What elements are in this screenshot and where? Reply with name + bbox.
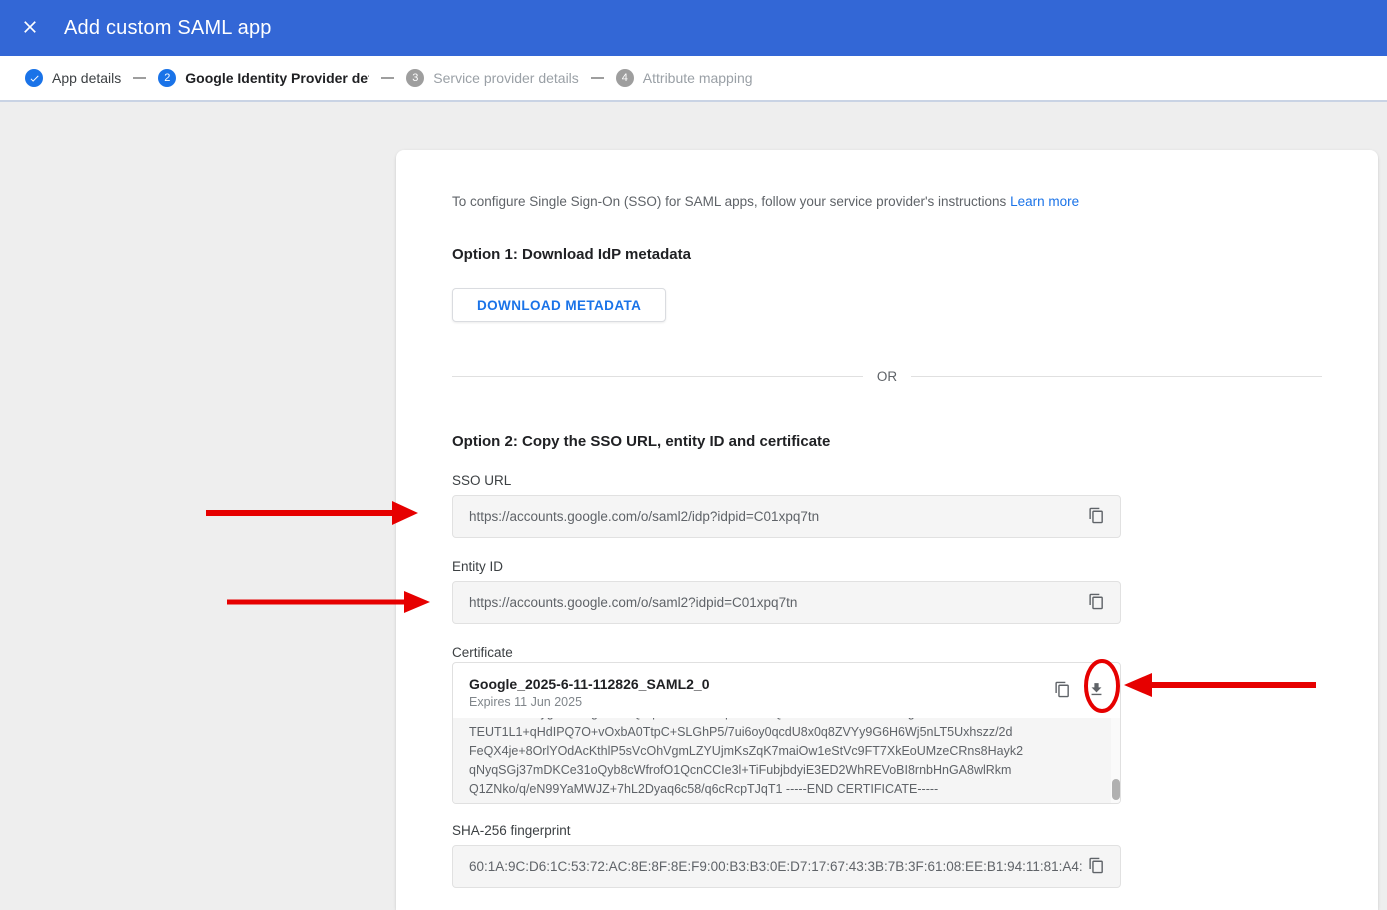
copy-sha256-button[interactable] [1082,853,1110,881]
sha256-field: 60:1A:9C:D6:1C:53:72:AC:8E:8F:8E:F9:00:B… [452,845,1121,888]
step-label: Google Identity Provider details [185,70,369,86]
learn-more-link[interactable]: Learn more [1010,194,1079,209]
intro-text-body: To configure Single Sign-On (SSO) for SA… [452,194,1010,209]
download-certificate-button[interactable] [1082,677,1110,705]
copy-entity-id-button[interactable] [1082,589,1110,617]
wizard-stepper: App details 2 Google Identity Provider d… [0,56,1387,102]
page-title: Add custom SAML app [64,17,272,40]
certificate-scrollbar-thumb[interactable] [1112,779,1120,800]
entity-id-field: https://accounts.google.com/o/saml2?idpi… [452,581,1121,624]
entity-id-label: Entity ID [452,559,503,574]
intro-text: To configure Single Sign-On (SSO) for SA… [452,194,1152,209]
step-connector [591,77,604,79]
certificate-label: Certificate [452,645,513,660]
download-metadata-button[interactable]: DOWNLOAD METADATA [452,288,666,322]
or-divider: OR [452,368,1322,384]
or-label: OR [863,369,911,384]
step-number: 2 [158,69,176,87]
step-number: 4 [616,69,634,87]
sso-url-field: https://accounts.google.com/o/saml2/idp?… [452,495,1121,538]
certificate-line: qNyqSGj37mDKCe31oQyb8cWfrofO1QcnCCIe3l+T… [469,761,1096,780]
certificate-text-area[interactable]: MIIDdDCCAlygAwIBAgIGAXtQ9qcdMA0GCSqGSIb3… [453,718,1120,803]
certificate-header: Google_2025-6-11-112826_SAML2_0 Expires … [453,663,1120,718]
certificate-name: Google_2025-6-11-112826_SAML2_0 [469,676,1048,692]
sso-url-label: SSO URL [452,473,511,488]
copy-icon [1088,857,1105,877]
sha256-value: 60:1A:9C:D6:1C:53:72:AC:8E:8F:8E:F9:00:B… [469,859,1082,874]
certificate-line: Q1ZNko/q/eN99YaMWJZ+7hL2Dyaq6c58/q6cRcpT… [469,780,1096,799]
certificate-line: TEUT1L1+qHdIPQ7O+vOxbA0TtpC+SLGhP5/7ui6o… [469,723,1096,742]
divider-line [452,376,863,377]
download-icon [1088,681,1105,701]
copy-sso-url-button[interactable] [1082,503,1110,531]
copy-icon [1088,593,1105,613]
step-connector [133,77,146,79]
close-button[interactable] [18,16,42,40]
certificate-scrollbar-track [1111,718,1120,803]
entity-id-value: https://accounts.google.com/o/saml2?idpi… [469,595,1082,610]
step-label: Attribute mapping [643,70,753,86]
copy-certificate-button[interactable] [1048,677,1076,705]
step-attribute-mapping[interactable]: 4 Attribute mapping [616,69,753,87]
main-card: To configure Single Sign-On (SSO) for SA… [396,150,1378,910]
step-connector [381,77,394,79]
option1-heading: Option 1: Download IdP metadata [452,246,691,263]
copy-icon [1054,681,1071,701]
step-service-provider-details[interactable]: 3 Service provider details [406,69,579,87]
certificate-card: Google_2025-6-11-112826_SAML2_0 Expires … [452,662,1121,804]
step-google-idp-details[interactable]: 2 Google Identity Provider details [158,69,369,87]
divider-line [911,376,1322,377]
copy-icon [1088,507,1105,527]
certificate-expiry: Expires 11 Jun 2025 [469,695,1048,709]
sha256-label: SHA-256 fingerprint [452,823,571,838]
step-label: Service provider details [433,70,579,86]
step-app-details[interactable]: App details [25,69,121,87]
step-number: 3 [406,69,424,87]
check-icon [25,69,43,87]
dialog-header: Add custom SAML app [0,0,1387,56]
sso-url-value: https://accounts.google.com/o/saml2/idp?… [469,509,1082,524]
step-label: App details [52,70,121,86]
close-icon [20,17,40,40]
option2-heading: Option 2: Copy the SSO URL, entity ID an… [452,433,830,450]
certificate-line: FeQX4je+8OrlYOdAcKthlP5sVcOhVgmLZYUjmKsZ… [469,742,1096,761]
red-arrow-sso-url [206,501,418,525]
